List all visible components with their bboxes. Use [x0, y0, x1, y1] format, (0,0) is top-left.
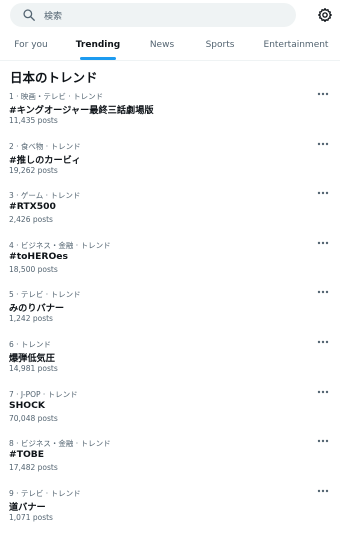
trend-name: #推しのカービィ: [9, 154, 81, 166]
trend-post-count: 14,981 posts: [9, 363, 58, 373]
active-tab-indicator: [80, 57, 116, 60]
tab-trending[interactable]: Trending: [66, 30, 130, 60]
trend-post-count: 1,242 posts: [9, 314, 53, 324]
trend-meta: 2 · 食べ物 · トレンド: [9, 141, 81, 151]
search-placeholder: 検索: [44, 11, 63, 22]
tab-label: For you: [14, 40, 48, 50]
trend-name: 道バナー: [9, 501, 46, 513]
trend-list: 1 · 映画・テレビ · トレンド #キングオージャー最終三話劇場版 11,43…: [0, 87, 340, 533]
tab-label: Sports: [205, 40, 235, 50]
tab-sports[interactable]: Sports: [192, 30, 248, 60]
trend-post-count: 19,262 posts: [9, 165, 58, 175]
trend-name: #キングオージャー最終三話劇場版: [9, 105, 154, 116]
trend-meta: 4 · ビジネス・金融 · トレンド: [9, 240, 111, 250]
more-icon[interactable]: [314, 486, 332, 496]
trend-name: #RTX500: [9, 201, 56, 213]
more-icon[interactable]: [314, 89, 332, 99]
trend-item[interactable]: 4 · ビジネス・金融 · トレンド #toHEROes 18,500 post…: [0, 236, 340, 286]
trend-item[interactable]: 6 · トレンド 爆弾低気圧 14,981 posts: [0, 335, 340, 385]
more-icon[interactable]: [314, 139, 332, 149]
trend-post-count: 2,426 posts: [9, 215, 53, 225]
gear-icon[interactable]: [317, 7, 333, 23]
trend-meta: 3 · ゲーム · トレンド: [9, 191, 81, 201]
search-icon: [22, 8, 36, 22]
trend-post-count: 70,048 posts: [9, 413, 58, 423]
search-input[interactable]: 検索: [10, 3, 296, 27]
trend-post-count: 11,435 posts: [9, 116, 58, 125]
trend-name: #toHEROes: [9, 250, 68, 262]
tab-label: Entertainment: [263, 40, 329, 50]
trend-meta: 7 · J-POP · トレンド: [9, 389, 78, 399]
trend-meta: 6 · トレンド: [9, 339, 51, 349]
trend-post-count: 18,500 posts: [9, 264, 58, 274]
trend-meta: 5 · テレビ · トレンド: [9, 290, 81, 300]
trend-post-count: 1,071 posts: [9, 512, 53, 522]
top-bar: 検索: [0, 0, 340, 30]
trend-item[interactable]: 8 · ビジネス・金融 · トレンド #TOBE 17,482 posts: [0, 434, 340, 484]
more-icon[interactable]: [314, 238, 332, 248]
tab-news[interactable]: News: [134, 30, 190, 60]
trend-item[interactable]: 2 · 食べ物 · トレンド #推しのカービィ 19,262 posts: [0, 137, 340, 187]
section-title: 日本のトレンド: [10, 70, 98, 85]
trend-item[interactable]: 1 · 映画・テレビ · トレンド #キングオージャー最終三話劇場版 11,43…: [0, 87, 340, 137]
trend-item[interactable]: 9 · テレビ · トレンド 道バナー 1,071 posts: [0, 484, 340, 534]
trend-name: #TOBE: [9, 449, 45, 461]
more-icon[interactable]: [314, 387, 332, 397]
trend-item[interactable]: 7 · J-POP · トレンド SHOCK 70,048 posts: [0, 385, 340, 435]
tab-for-you[interactable]: For you: [0, 30, 62, 60]
more-icon[interactable]: [314, 287, 332, 297]
tab-bar: For you Trending News Sports Entertainme…: [0, 30, 340, 61]
trend-name: みのりバナー: [9, 303, 65, 315]
trend-post-count: 17,482 posts: [9, 463, 58, 473]
tab-label: Trending: [75, 40, 121, 50]
trend-meta: 1 · 映画・テレビ · トレンド: [9, 92, 104, 101]
tab-entertainment[interactable]: Entertainment: [260, 30, 332, 60]
trend-name: 爆弾低気圧: [9, 352, 55, 364]
trend-meta: 8 · ビジネス・金融 · トレンド: [9, 439, 111, 449]
trend-item[interactable]: 5 · テレビ · トレンド みのりバナー 1,242 posts: [0, 285, 340, 335]
more-icon[interactable]: [314, 436, 332, 446]
tab-label: News: [149, 40, 175, 50]
trend-meta: 9 · テレビ · トレンド: [9, 488, 81, 498]
more-icon[interactable]: [314, 188, 332, 198]
trend-item[interactable]: 3 · ゲーム · トレンド #RTX500 2,426 posts: [0, 186, 340, 236]
more-icon[interactable]: [314, 337, 332, 347]
trend-name: SHOCK: [9, 399, 45, 411]
